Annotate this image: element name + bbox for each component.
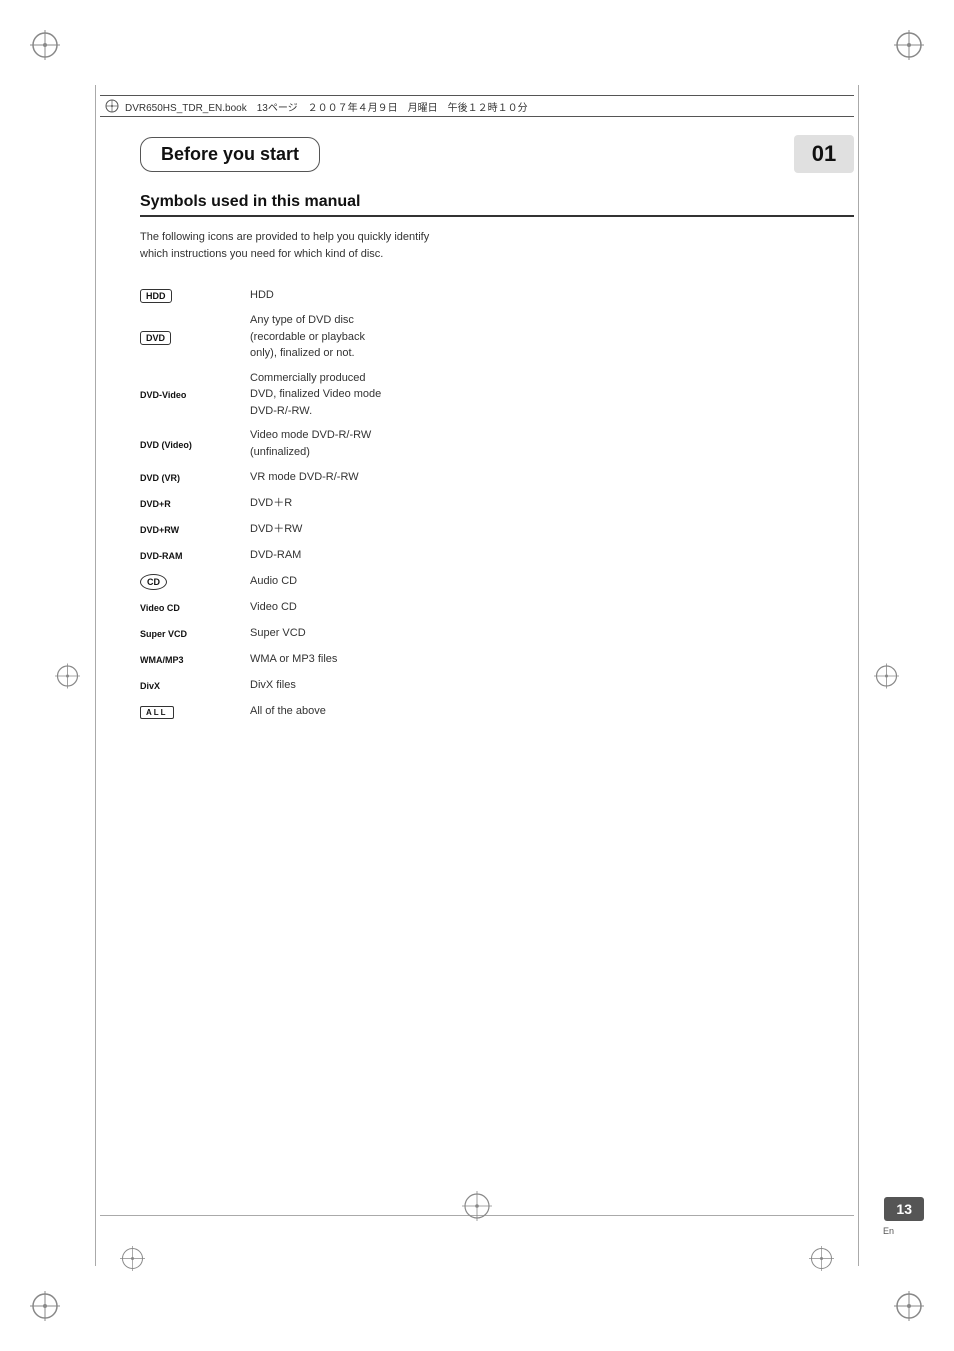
- metadata-bar: DVR650HS_TDR_EN.book 13ページ ２００７年４月９日 月曜日…: [100, 95, 854, 117]
- symbol-badge-cell: DVD (VR): [140, 464, 250, 490]
- bottom-center-crosshair: [462, 1191, 492, 1221]
- symbol-badge-cell: CD: [140, 568, 250, 594]
- symbol-description: DVD＋RW: [250, 516, 854, 542]
- symbol-badge: DVD+R: [140, 499, 171, 509]
- subsection-title: Symbols used in this manual: [140, 193, 854, 217]
- symbol-description: Audio CD: [250, 568, 854, 594]
- symbol-row: ALL All of the above: [140, 698, 854, 724]
- symbol-badge: DVD-RAM: [140, 551, 183, 561]
- symbol-badge-cell: DVD-RAM: [140, 542, 250, 568]
- symbol-description: Super VCD: [250, 620, 854, 646]
- symbol-badge-cell: DivX: [140, 672, 250, 698]
- symbol-badge: DivX: [140, 681, 160, 691]
- symbol-description: HDD: [250, 282, 854, 308]
- symbol-description: DVD＋R: [250, 490, 854, 516]
- symbol-badge-cell: DVD: [140, 308, 250, 366]
- symbol-badge: WMA/MP3: [140, 655, 184, 665]
- symbol-row: CD Audio CD: [140, 568, 854, 594]
- page-number: 13: [884, 1197, 924, 1221]
- symbol-badge-cell: Super VCD: [140, 620, 250, 646]
- symbol-row: DivX DivX files: [140, 672, 854, 698]
- symbol-badge: HDD: [140, 289, 172, 303]
- symbol-description: Commercially producedDVD, finalized Vide…: [250, 366, 854, 424]
- symbol-row: DVD-Video Commercially producedDVD, final…: [140, 366, 854, 424]
- symbol-row: WMA/MP3 WMA or MP3 files: [140, 646, 854, 672]
- vline-left: [95, 85, 96, 1266]
- symbol-badge: DVD-Video: [140, 390, 186, 400]
- corner-mark-tr: [864, 30, 924, 90]
- bottom-left-inner-crosshair: [120, 1246, 145, 1271]
- symbol-badge-cell: ALL: [140, 698, 250, 724]
- corner-mark-tl: [30, 30, 90, 90]
- symbol-badge: DVD (Video): [140, 440, 192, 450]
- mid-right-crosshair: [874, 663, 899, 688]
- symbol-badge-cell: DVD+R: [140, 490, 250, 516]
- symbol-badge-cell: DVD+RW: [140, 516, 250, 542]
- symbol-badge-cell: HDD: [140, 282, 250, 308]
- symbol-badge: CD: [140, 574, 167, 590]
- symbol-badge-cell: WMA/MP3: [140, 646, 250, 672]
- symbol-row: DVD-RAM DVD-RAM: [140, 542, 854, 568]
- corner-mark-br: [864, 1261, 924, 1321]
- symbol-row: DVD (Video) Video mode DVD-R/-RW(unfinali…: [140, 423, 854, 464]
- symbol-row: Super VCD Super VCD: [140, 620, 854, 646]
- mid-left-crosshair: [55, 663, 80, 688]
- symbol-badge: Super VCD: [140, 629, 187, 639]
- symbol-badge: Video CD: [140, 603, 180, 613]
- symbol-badge: ALL: [140, 706, 174, 719]
- symbol-row: DVD (VR) VR mode DVD-R/-RW: [140, 464, 854, 490]
- symbol-description: WMA or MP3 files: [250, 646, 854, 672]
- symbol-row: DVD+RW DVD＋RW: [140, 516, 854, 542]
- section-title: Before you start: [140, 137, 320, 172]
- symbol-row: DVD Any type of DVD disc(recordable or pl…: [140, 308, 854, 366]
- symbol-badge-cell: Video CD: [140, 594, 250, 620]
- symbol-description: DivX files: [250, 672, 854, 698]
- section-number: 01: [794, 135, 854, 173]
- symbol-row: DVD+R DVD＋R: [140, 490, 854, 516]
- vline-right: [858, 85, 859, 1266]
- metadata-text: DVR650HS_TDR_EN.book 13ページ ２００７年４月９日 月曜日…: [125, 99, 528, 114]
- symbol-description: Video mode DVD-R/-RW(unfinalized): [250, 423, 854, 464]
- page-lang: En: [883, 1226, 894, 1236]
- symbol-description: All of the above: [250, 698, 854, 724]
- symbol-badge-cell: DVD (Video): [140, 423, 250, 464]
- symbols-table: HDD HDD DVD Any type of DVD disc(recordable…: [140, 282, 854, 724]
- symbol-badge: DVD+RW: [140, 525, 179, 535]
- corner-mark-bl: [30, 1261, 90, 1321]
- symbol-description: DVD-RAM: [250, 542, 854, 568]
- symbol-badge: DVD: [140, 331, 171, 345]
- intro-text: The following icons are provided to help…: [140, 229, 440, 262]
- symbol-row: Video CD Video CD: [140, 594, 854, 620]
- symbol-description: Video CD: [250, 594, 854, 620]
- symbol-description: Any type of DVD disc(recordable or playb…: [250, 308, 854, 366]
- symbol-badge-cell: DVD-Video: [140, 366, 250, 424]
- section-header: Before you start 01: [140, 135, 854, 173]
- symbol-description: VR mode DVD-R/-RW: [250, 464, 854, 490]
- symbol-row: HDD HDD: [140, 282, 854, 308]
- main-content: Before you start 01 Symbols used in this…: [140, 135, 854, 1201]
- bottom-right-inner-crosshair: [809, 1246, 834, 1271]
- symbol-badge: DVD (VR): [140, 473, 180, 483]
